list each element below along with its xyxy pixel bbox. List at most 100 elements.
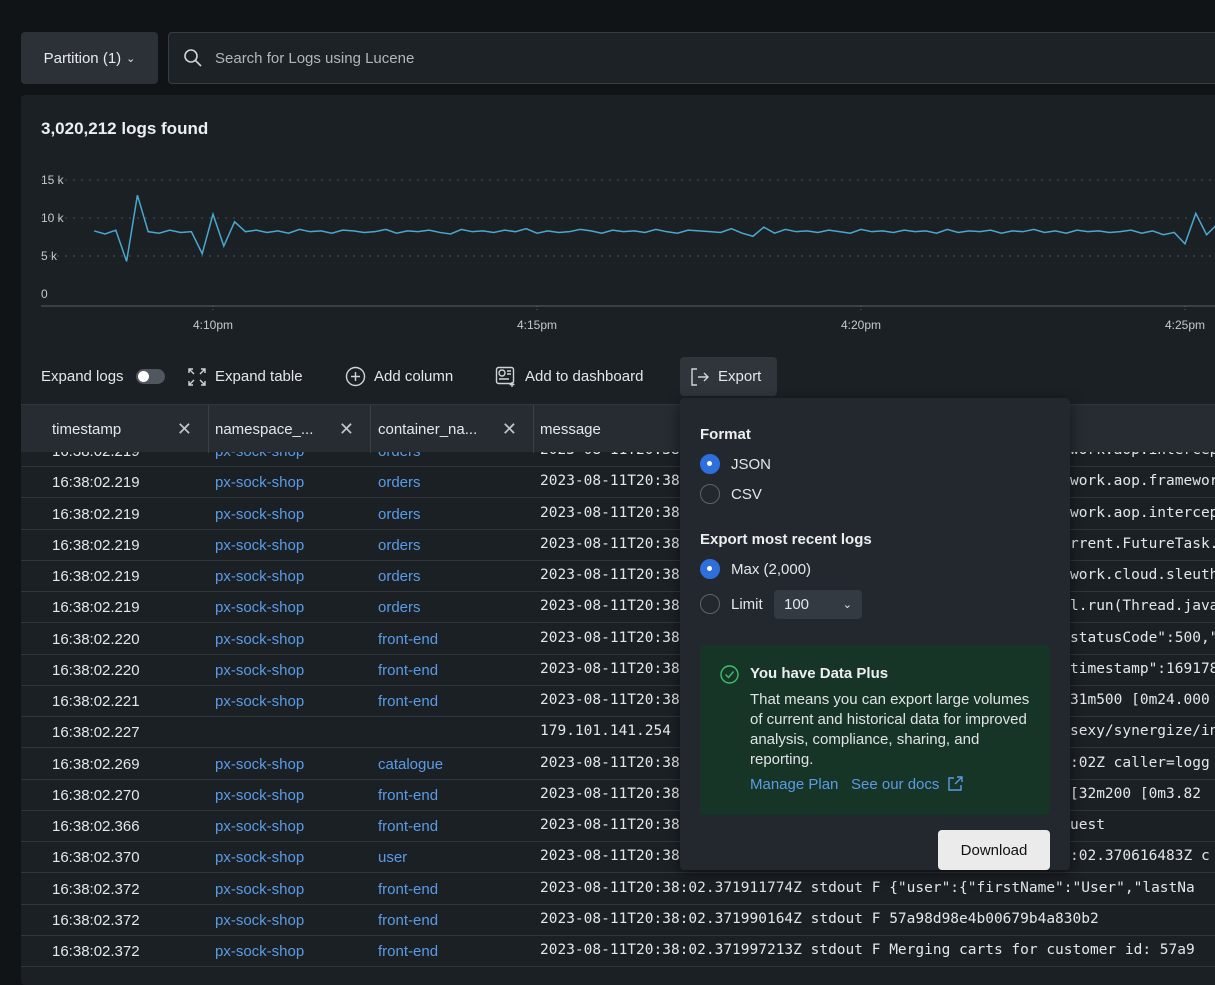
x-tick-label: 4:25pm bbox=[1165, 318, 1205, 332]
message-cell: 2023-08-11T20:38 bbox=[540, 535, 680, 552]
x-tick-label: 4:15pm bbox=[517, 318, 557, 332]
export-icon bbox=[691, 367, 709, 386]
format-json-radio[interactable]: JSON bbox=[700, 454, 771, 474]
chevron-down-icon: ⌄ bbox=[842, 599, 852, 611]
timestamp-cell: 16:38:02.372 bbox=[52, 911, 140, 929]
export-button[interactable]: Export bbox=[680, 357, 777, 396]
column-header-namespace[interactable]: namespace_... ✕ bbox=[209, 405, 371, 453]
message-cell: 2023-08-11T20:38 bbox=[540, 754, 680, 771]
namespace-link[interactable]: px-sock-shop bbox=[215, 537, 304, 554]
timestamp-cell: 16:38:02.219 bbox=[52, 505, 140, 523]
message-cell-overflow: uest bbox=[1070, 817, 1105, 833]
namespace-link[interactable]: px-sock-shop bbox=[215, 881, 304, 898]
search-input[interactable] bbox=[215, 49, 1115, 67]
see-docs-link[interactable]: See our docs bbox=[851, 776, 963, 793]
message-cell: 2023-08-11T20:38 bbox=[540, 817, 680, 833]
container-link[interactable]: front-end bbox=[378, 943, 438, 960]
export-popover: Format JSON CSV Export most recent logs … bbox=[680, 398, 1070, 870]
namespace-link[interactable]: px-sock-shop bbox=[215, 662, 304, 679]
radio-selected[interactable] bbox=[700, 454, 720, 474]
partition-label: Partition (1) bbox=[43, 49, 122, 67]
message-cell-overflow: :02Z caller=logg bbox=[1070, 754, 1210, 771]
x-tick-label: 4:10pm bbox=[193, 318, 233, 332]
message-cell-overflow: statusCode":500," bbox=[1070, 629, 1215, 646]
search-icon bbox=[184, 49, 202, 67]
radio-unselected[interactable] bbox=[700, 484, 720, 504]
message-cell-overflow: work.cloud.sleuth bbox=[1070, 567, 1215, 583]
container-link[interactable]: catalogue bbox=[378, 756, 443, 773]
namespace-link[interactable]: px-sock-shop bbox=[215, 452, 304, 460]
manage-plan-link[interactable]: Manage Plan bbox=[750, 776, 838, 793]
container-link[interactable]: front-end bbox=[378, 881, 438, 898]
logs-histogram-chart: 0 5 k 10 k 15 k 4:10pm 4:15pm 4:20pm 4:25pm bbox=[41, 173, 1215, 332]
container-link[interactable]: front-end bbox=[378, 787, 438, 804]
expand-logs-toggle[interactable]: Expand logs bbox=[41, 357, 165, 396]
x-tick-label: 4:20pm bbox=[841, 318, 881, 332]
namespace-link[interactable]: px-sock-shop bbox=[215, 943, 304, 960]
add-to-dashboard-button[interactable]: Add to dashboard bbox=[495, 357, 643, 396]
container-link[interactable]: orders bbox=[378, 568, 421, 585]
timestamp-cell: 16:38:02.372 bbox=[52, 943, 140, 960]
radio-unselected[interactable] bbox=[700, 594, 720, 614]
external-link-icon bbox=[947, 776, 963, 791]
expand-table-button[interactable]: Expand table bbox=[187, 357, 303, 396]
export-label: Export bbox=[718, 368, 762, 385]
container-link[interactable]: orders bbox=[378, 599, 421, 616]
message-cell: 2023-08-11T20:38 bbox=[540, 598, 680, 615]
container-link[interactable]: orders bbox=[378, 474, 421, 491]
timestamp-cell: 16:38:02.227 bbox=[52, 724, 140, 742]
add-column-label: Add column bbox=[374, 368, 454, 385]
container-link[interactable]: orders bbox=[378, 506, 421, 523]
container-link[interactable]: front-end bbox=[378, 662, 438, 679]
max-radio[interactable]: Max (2,000) bbox=[700, 559, 811, 579]
namespace-link[interactable]: px-sock-shop bbox=[215, 787, 304, 804]
add-column-button[interactable]: Add column bbox=[345, 357, 453, 396]
close-icon[interactable]: ✕ bbox=[339, 419, 354, 440]
container-link[interactable]: user bbox=[378, 849, 407, 866]
message-cell: 2023-08-11T20:38:02.371997213Z stdout F … bbox=[540, 942, 1195, 958]
namespace-link[interactable]: px-sock-shop bbox=[215, 912, 304, 929]
message-cell: 2023-08-11T20:38 bbox=[540, 567, 680, 583]
container-link[interactable]: front-end bbox=[378, 912, 438, 929]
plus-circle-icon bbox=[345, 366, 366, 387]
table-row[interactable]: 16:38:02.372 px-sock-shop front-end 2023-08… bbox=[21, 936, 1215, 967]
namespace-link[interactable]: px-sock-shop bbox=[215, 474, 304, 491]
namespace-link[interactable]: px-sock-shop bbox=[215, 568, 304, 585]
close-icon[interactable]: ✕ bbox=[502, 419, 517, 440]
namespace-link[interactable]: px-sock-shop bbox=[215, 849, 304, 866]
container-link[interactable]: front-end bbox=[378, 693, 438, 710]
table-row[interactable]: 16:38:02.372 px-sock-shop front-end 2023-08… bbox=[21, 905, 1215, 936]
close-icon[interactable]: ✕ bbox=[177, 419, 192, 440]
check-circle-icon bbox=[720, 665, 739, 684]
toggle-switch[interactable] bbox=[135, 369, 165, 384]
radio-selected[interactable] bbox=[700, 559, 720, 579]
timestamp-cell: 16:38:02.219 bbox=[52, 474, 140, 492]
format-label: Format bbox=[700, 426, 751, 443]
message-cell: 2023-08-11T20:38 bbox=[540, 629, 680, 646]
format-csv-radio[interactable]: CSV bbox=[700, 484, 762, 504]
container-link[interactable]: front-end bbox=[378, 631, 438, 648]
limit-radio[interactable]: Limit bbox=[700, 594, 763, 614]
table-row[interactable]: 16:38:02.372 px-sock-shop front-end 2023-08… bbox=[21, 874, 1215, 905]
message-cell: 2023-08-11T20:38 bbox=[540, 785, 680, 802]
namespace-link[interactable]: px-sock-shop bbox=[215, 599, 304, 616]
namespace-link[interactable]: px-sock-shop bbox=[215, 693, 304, 710]
partition-dropdown[interactable]: Partition (1) ⌄ bbox=[21, 32, 158, 84]
series-line bbox=[93, 194, 1215, 262]
namespace-link[interactable]: px-sock-shop bbox=[215, 818, 304, 835]
namespace-link[interactable]: px-sock-shop bbox=[215, 631, 304, 648]
timestamp-cell: 16:38:02.219 bbox=[52, 452, 140, 460]
container-link[interactable]: orders bbox=[378, 537, 421, 554]
message-cell: 2023-08-11T20:38:02.371990164Z stdout F … bbox=[540, 910, 1099, 927]
column-header-container[interactable]: container_na... ✕ bbox=[371, 405, 534, 453]
y-tick-label: 10 k bbox=[41, 211, 65, 225]
namespace-link[interactable]: px-sock-shop bbox=[215, 756, 304, 773]
limit-select[interactable]: 100 ⌄ bbox=[774, 590, 862, 619]
container-link[interactable]: front-end bbox=[378, 818, 438, 835]
message-cell-overflow: :02.370616483Z c bbox=[1070, 848, 1210, 865]
column-header-timestamp[interactable]: timestamp ✕ bbox=[21, 405, 209, 453]
expand-icon bbox=[188, 367, 206, 386]
download-button[interactable]: Download bbox=[938, 830, 1050, 870]
namespace-link[interactable]: px-sock-shop bbox=[215, 506, 304, 523]
container-link[interactable]: orders bbox=[378, 452, 421, 460]
